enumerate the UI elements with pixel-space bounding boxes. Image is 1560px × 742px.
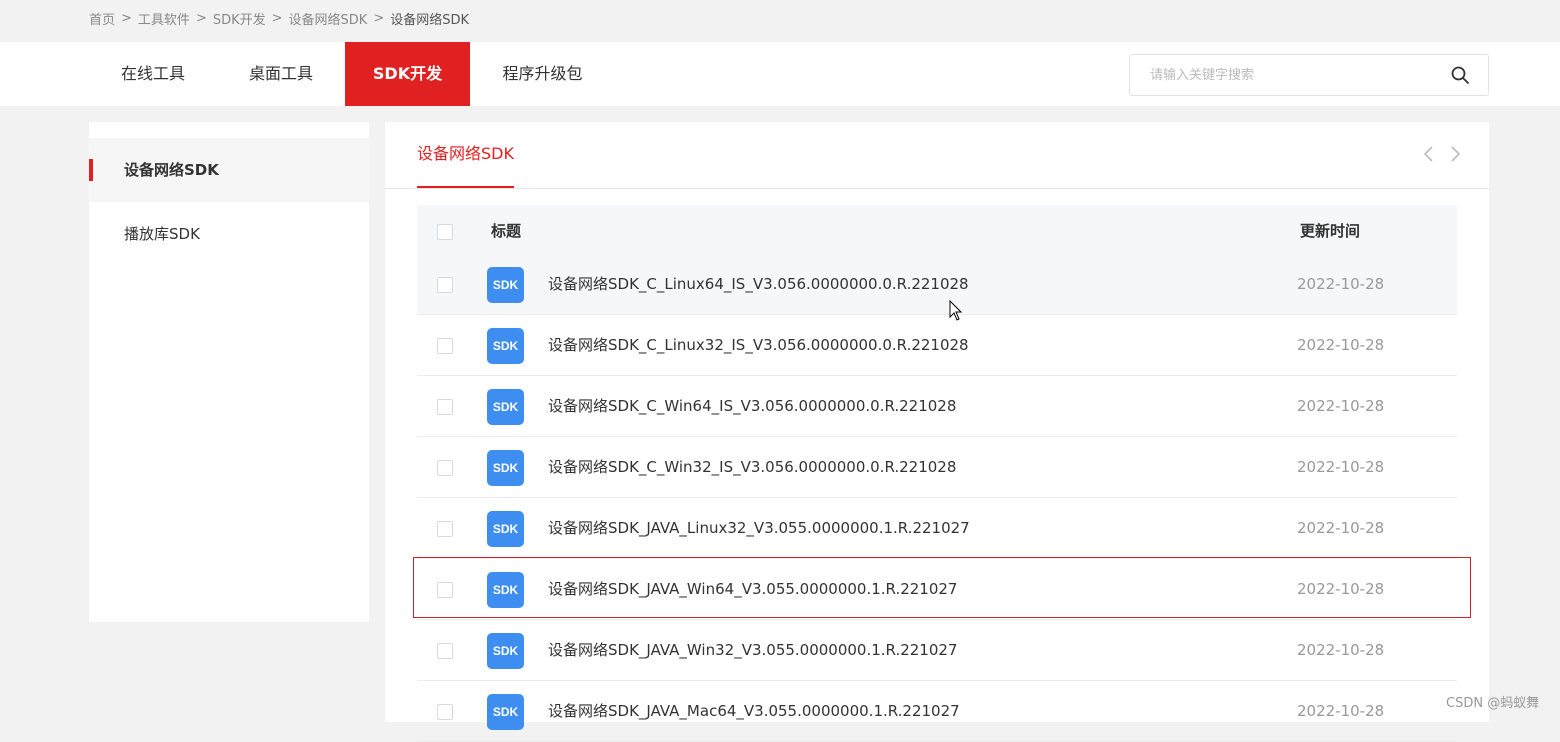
row-checkbox[interactable] — [437, 643, 453, 659]
breadcrumb: 首页 > 工具软件 > SDK开发 > 设备网络SDK > 设备网络SDK — [89, 8, 469, 28]
sdk-file-icon: SDK — [487, 389, 524, 425]
row-title[interactable]: 设备网络SDK_JAVA_Win64_V3.055.0000000.1.R.22… — [548, 559, 957, 619]
select-all-checkbox[interactable] — [437, 224, 453, 240]
main-header: 设备网络SDK — [385, 122, 1489, 189]
breadcrumb-separator: > — [373, 10, 385, 26]
row-date: 2022-10-28 — [1297, 336, 1385, 354]
table-row[interactable]: SDK 设备网络SDK_C_Linux64_IS_V3.056.0000000.… — [417, 254, 1457, 315]
search-icon[interactable] — [1450, 65, 1470, 85]
table-row[interactable]: SDK 设备网络SDK_C_Win32_IS_V3.056.0000000.0.… — [417, 437, 1457, 498]
nav-tab-sdk-dev[interactable]: SDK开发 — [345, 42, 470, 106]
row-checkbox[interactable] — [437, 704, 453, 720]
sdk-file-icon: SDK — [487, 694, 524, 730]
nav-tab-desktop-tools[interactable]: 桌面工具 — [217, 42, 345, 106]
table-row[interactable]: SDK 设备网络SDK_JAVA_Mac64_V3.055.0000000.1.… — [417, 681, 1457, 742]
sdk-file-icon: SDK — [487, 511, 524, 547]
column-header-updated: 更新时间 — [1300, 222, 1361, 240]
breadcrumb-device-network-sdk[interactable]: 设备网络SDK — [289, 9, 368, 28]
watermark: CSDN @蚂蚁舞 — [1446, 696, 1540, 711]
row-title[interactable]: 设备网络SDK_C_Win64_IS_V3.056.0000000.0.R.22… — [548, 376, 956, 436]
breadcrumb-separator: > — [195, 10, 207, 26]
row-title[interactable]: 设备网络SDK_C_Linux32_IS_V3.056.0000000.0.R.… — [548, 315, 969, 375]
table-row[interactable]: SDK 设备网络SDK_C_Win64_IS_V3.056.0000000.0.… — [417, 376, 1457, 437]
row-checkbox[interactable] — [437, 338, 453, 354]
sdk-file-icon: SDK — [487, 328, 524, 364]
breadcrumb-current: 设备网络SDK — [390, 12, 470, 28]
row-date: 2022-10-28 — [1297, 397, 1385, 415]
mouse-cursor-icon — [949, 300, 963, 321]
row-date: 2022-10-28 — [1297, 702, 1385, 720]
breadcrumb-sdk-dev[interactable]: SDK开发 — [213, 9, 266, 28]
table-row[interactable]: SDK 设备网络SDK_C_Linux32_IS_V3.056.0000000.… — [417, 315, 1457, 376]
table-row[interactable]: SDK 设备网络SDK_JAVA_Win64_V3.055.0000000.1.… — [417, 559, 1457, 620]
breadcrumb-separator: > — [271, 10, 283, 26]
row-checkbox[interactable] — [437, 399, 453, 415]
sidebar-item-player-sdk[interactable]: 播放库SDK — [89, 202, 369, 266]
main-title-tab[interactable]: 设备网络SDK — [417, 122, 514, 188]
row-title[interactable]: 设备网络SDK_C_Linux64_IS_V3.056.0000000.0.R.… — [548, 254, 969, 314]
table-row[interactable]: SDK 设备网络SDK_JAVA_Win32_V3.055.0000000.1.… — [417, 620, 1457, 681]
main-panel: 设备网络SDK 标题 更新时间 SDK 设备网络SDK_C_Linux64_IS… — [385, 122, 1489, 742]
row-checkbox[interactable] — [437, 460, 453, 476]
sdk-file-icon: SDK — [487, 450, 524, 486]
breadcrumb-tool-software[interactable]: 工具软件 — [138, 9, 190, 28]
row-title[interactable]: 设备网络SDK_JAVA_Linux32_V3.055.0000000.1.R.… — [548, 498, 970, 558]
row-checkbox[interactable] — [437, 582, 453, 598]
top-nav: 在线工具 桌面工具 SDK开发 程序升级包 — [0, 42, 1560, 106]
row-date: 2022-10-28 — [1297, 641, 1385, 659]
sdk-file-icon: SDK — [487, 633, 524, 669]
row-title[interactable]: 设备网络SDK_JAVA_Win32_V3.055.0000000.1.R.22… — [548, 620, 957, 680]
row-checkbox[interactable] — [437, 521, 453, 537]
sdk-file-icon: SDK — [487, 267, 524, 303]
search-input[interactable] — [1130, 55, 1440, 95]
table-header: 标题 更新时间 — [417, 205, 1457, 257]
row-title[interactable]: 设备网络SDK_JAVA_Mac64_V3.055.0000000.1.R.22… — [548, 681, 960, 741]
nav-tab-online-tools[interactable]: 在线工具 — [89, 42, 217, 106]
search-box — [1129, 54, 1489, 96]
row-checkbox[interactable] — [437, 277, 453, 293]
row-date: 2022-10-28 — [1297, 580, 1385, 598]
chevron-left-icon[interactable] — [1421, 144, 1437, 164]
sidebar: 设备网络SDK 播放库SDK — [89, 122, 369, 622]
column-header-title: 标题 — [491, 222, 522, 240]
breadcrumb-home[interactable]: 首页 — [89, 9, 115, 28]
table-row[interactable]: SDK 设备网络SDK_JAVA_Linux32_V3.055.0000000.… — [417, 498, 1457, 559]
row-date: 2022-10-28 — [1297, 458, 1385, 476]
sidebar-item-device-network-sdk[interactable]: 设备网络SDK — [89, 138, 369, 202]
row-date: 2022-10-28 — [1297, 519, 1385, 537]
row-title[interactable]: 设备网络SDK_C_Win32_IS_V3.056.0000000.0.R.22… — [548, 437, 956, 497]
nav-tab-upgrade-package[interactable]: 程序升级包 — [470, 42, 615, 106]
breadcrumb-separator: > — [121, 10, 132, 26]
row-date: 2022-10-28 — [1297, 275, 1385, 293]
sdk-file-icon: SDK — [487, 572, 524, 608]
chevron-right-icon[interactable] — [1447, 144, 1463, 164]
